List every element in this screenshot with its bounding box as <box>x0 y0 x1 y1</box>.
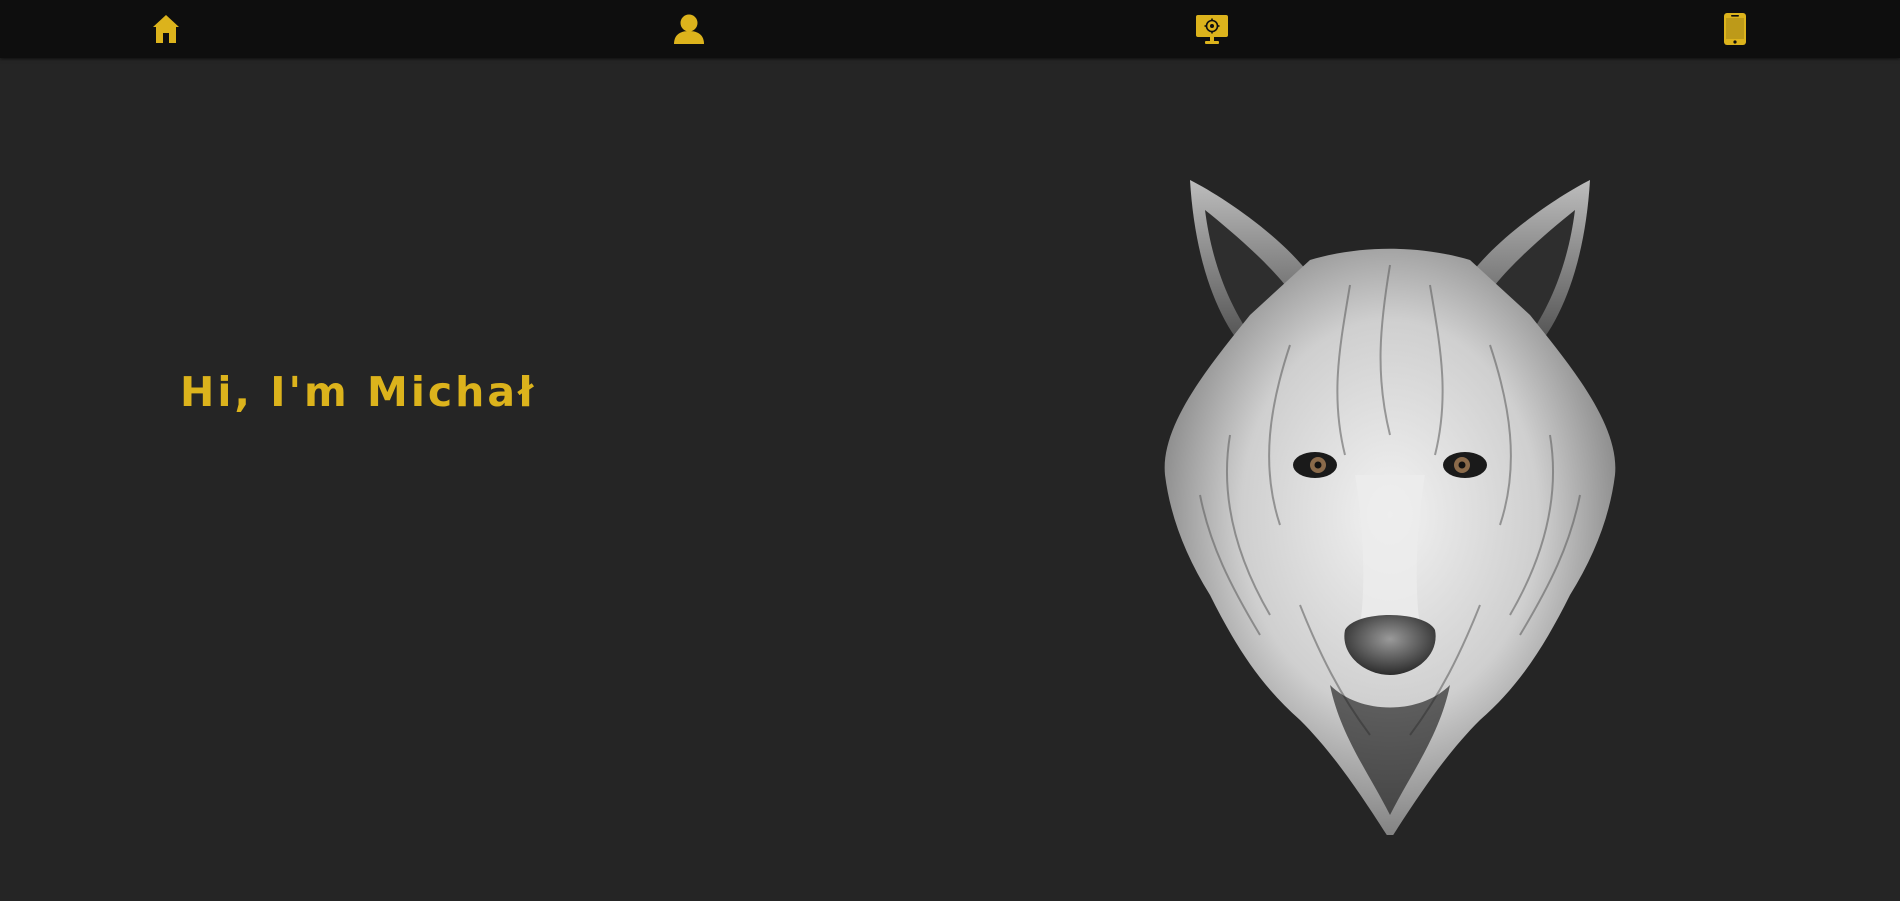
hero-greeting: Hi, I'm Michał <box>180 368 537 416</box>
wolf-head-image <box>1164 180 1616 835</box>
nav-skills-link[interactable] <box>1192 10 1232 48</box>
top-navbar <box>0 0 1900 58</box>
nav-about-link[interactable] <box>669 10 709 48</box>
phone-icon <box>1724 13 1746 45</box>
home-icon <box>153 15 179 43</box>
user-icon <box>674 14 704 44</box>
monitor-settings-icon <box>1196 15 1228 44</box>
nav-contact-link[interactable] <box>1715 10 1755 48</box>
nav-home-link[interactable] <box>146 10 186 48</box>
